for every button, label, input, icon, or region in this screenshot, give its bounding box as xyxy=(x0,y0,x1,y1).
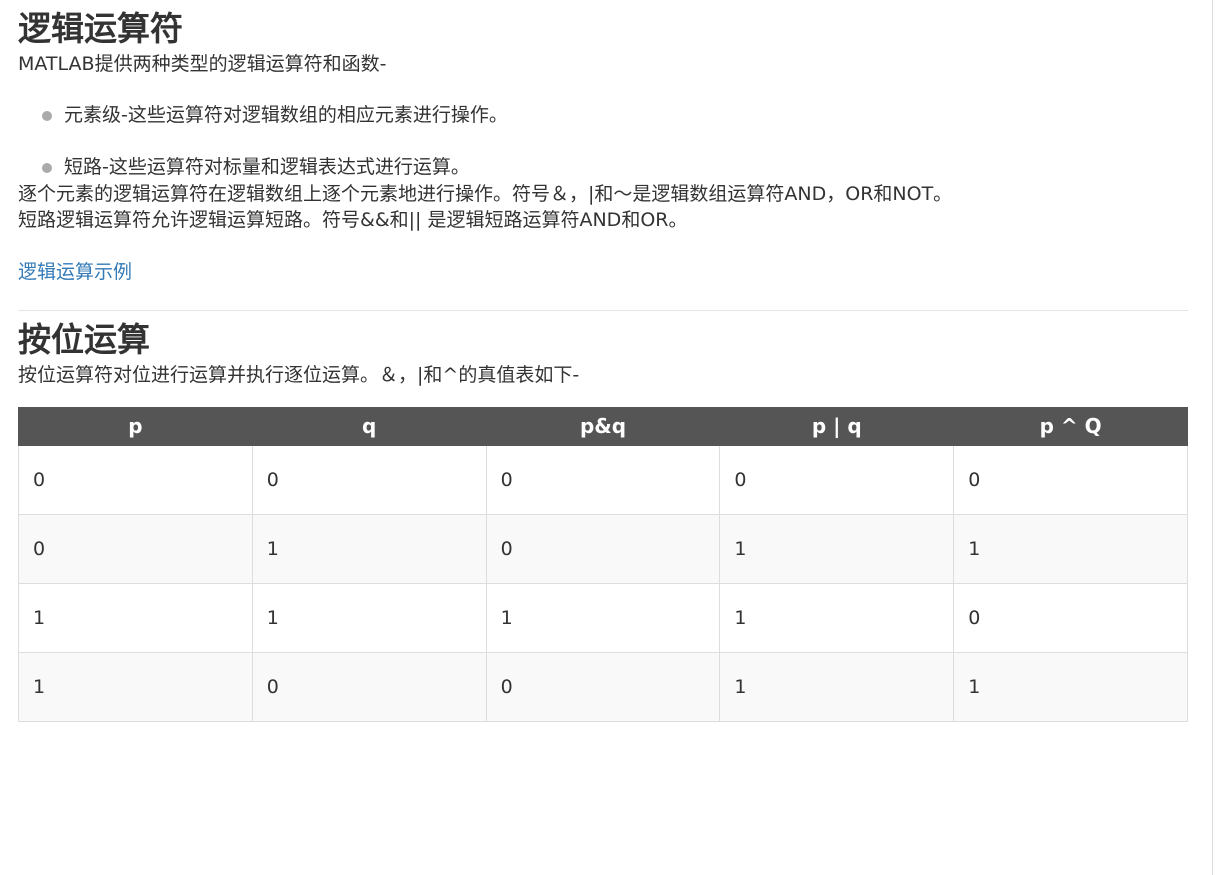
table-cell: 0 xyxy=(18,444,253,515)
column-header: p xyxy=(18,406,253,446)
table-cell: 1 xyxy=(18,582,253,653)
list-item-text: 元素级-这些运算符对逻辑数组的相应元素进行操作。 xyxy=(64,104,508,127)
table-cell: 0 xyxy=(953,444,1188,515)
section-title-logical: 逻辑运算符 xyxy=(18,9,183,48)
elementwise-description: 逐个元素的逻辑运算符在逻辑数组上逐个元素地进行操作。符号＆，|和〜是逻辑数组运算… xyxy=(18,182,953,205)
table-cell: 0 xyxy=(719,444,955,515)
table-cell: 1 xyxy=(719,582,955,653)
page-right-border xyxy=(1212,0,1213,875)
table-row: 1 0 0 1 1 xyxy=(18,651,1188,722)
column-header: p ^ Q xyxy=(953,406,1188,446)
table-cell: 1 xyxy=(953,651,1188,722)
table-cell: 0 xyxy=(485,651,721,722)
operator-type-list: 元素级-这些运算符对逻辑数组的相应元素进行操作。 短路-这些运算符对标量和逻辑表… xyxy=(18,102,1188,180)
table-cell: 1 xyxy=(251,582,487,653)
table-cell: 1 xyxy=(485,582,721,653)
bitwise-intro: 按位运算符对位进行运算并执行逐位运算。＆，|和^的真值表如下- xyxy=(18,364,580,387)
column-header: q xyxy=(251,406,487,446)
shortcircuit-description: 短路逻辑运算符允许逻辑运算短路。符号&&和|| 是逻辑短路运算符AND和OR。 xyxy=(18,209,688,232)
table-cell: 1 xyxy=(719,513,955,584)
table-cell: 1 xyxy=(18,651,253,722)
table-cell: 0 xyxy=(251,444,487,515)
article-content: 逻辑运算符 MATLAB提供两种类型的逻辑运算符和函数- 元素级-这些运算符对逻… xyxy=(18,0,1188,722)
table-row: 0 1 0 1 1 xyxy=(18,513,1188,584)
table-cell: 0 xyxy=(485,444,721,515)
table-cell: 0 xyxy=(251,651,487,722)
table-cell: 1 xyxy=(953,513,1188,584)
truth-table: p q p&q p | q p ^ Q 0 0 0 0 0 0 1 0 1 1 xyxy=(18,406,1188,722)
bullet-icon xyxy=(42,163,52,174)
column-header: p&q xyxy=(485,406,721,446)
table-header-row: p q p&q p | q p ^ Q xyxy=(18,406,1188,446)
section-title-bitwise: 按位运算 xyxy=(18,320,150,360)
table-row: 1 1 1 1 0 xyxy=(18,582,1188,653)
logical-intro: MATLAB提供两种类型的逻辑运算符和函数- xyxy=(18,52,387,75)
table-cell: 0 xyxy=(485,513,721,584)
table-cell: 1 xyxy=(719,651,955,722)
column-header: p | q xyxy=(719,406,955,446)
table-cell: 1 xyxy=(251,513,487,584)
list-item: 短路-这些运算符对标量和逻辑表达式进行运算。 xyxy=(18,154,1188,181)
logical-example-link[interactable]: 逻辑运算示例 xyxy=(18,259,1188,286)
bullet-icon xyxy=(42,111,52,122)
section-divider xyxy=(18,310,1188,312)
list-item-text: 短路-这些运算符对标量和逻辑表达式进行运算。 xyxy=(64,156,470,179)
table-row: 0 0 0 0 0 xyxy=(18,444,1188,515)
table-cell: 0 xyxy=(18,513,253,584)
table-cell: 0 xyxy=(953,582,1188,653)
list-item: 元素级-这些运算符对逻辑数组的相应元素进行操作。 xyxy=(18,102,1188,129)
